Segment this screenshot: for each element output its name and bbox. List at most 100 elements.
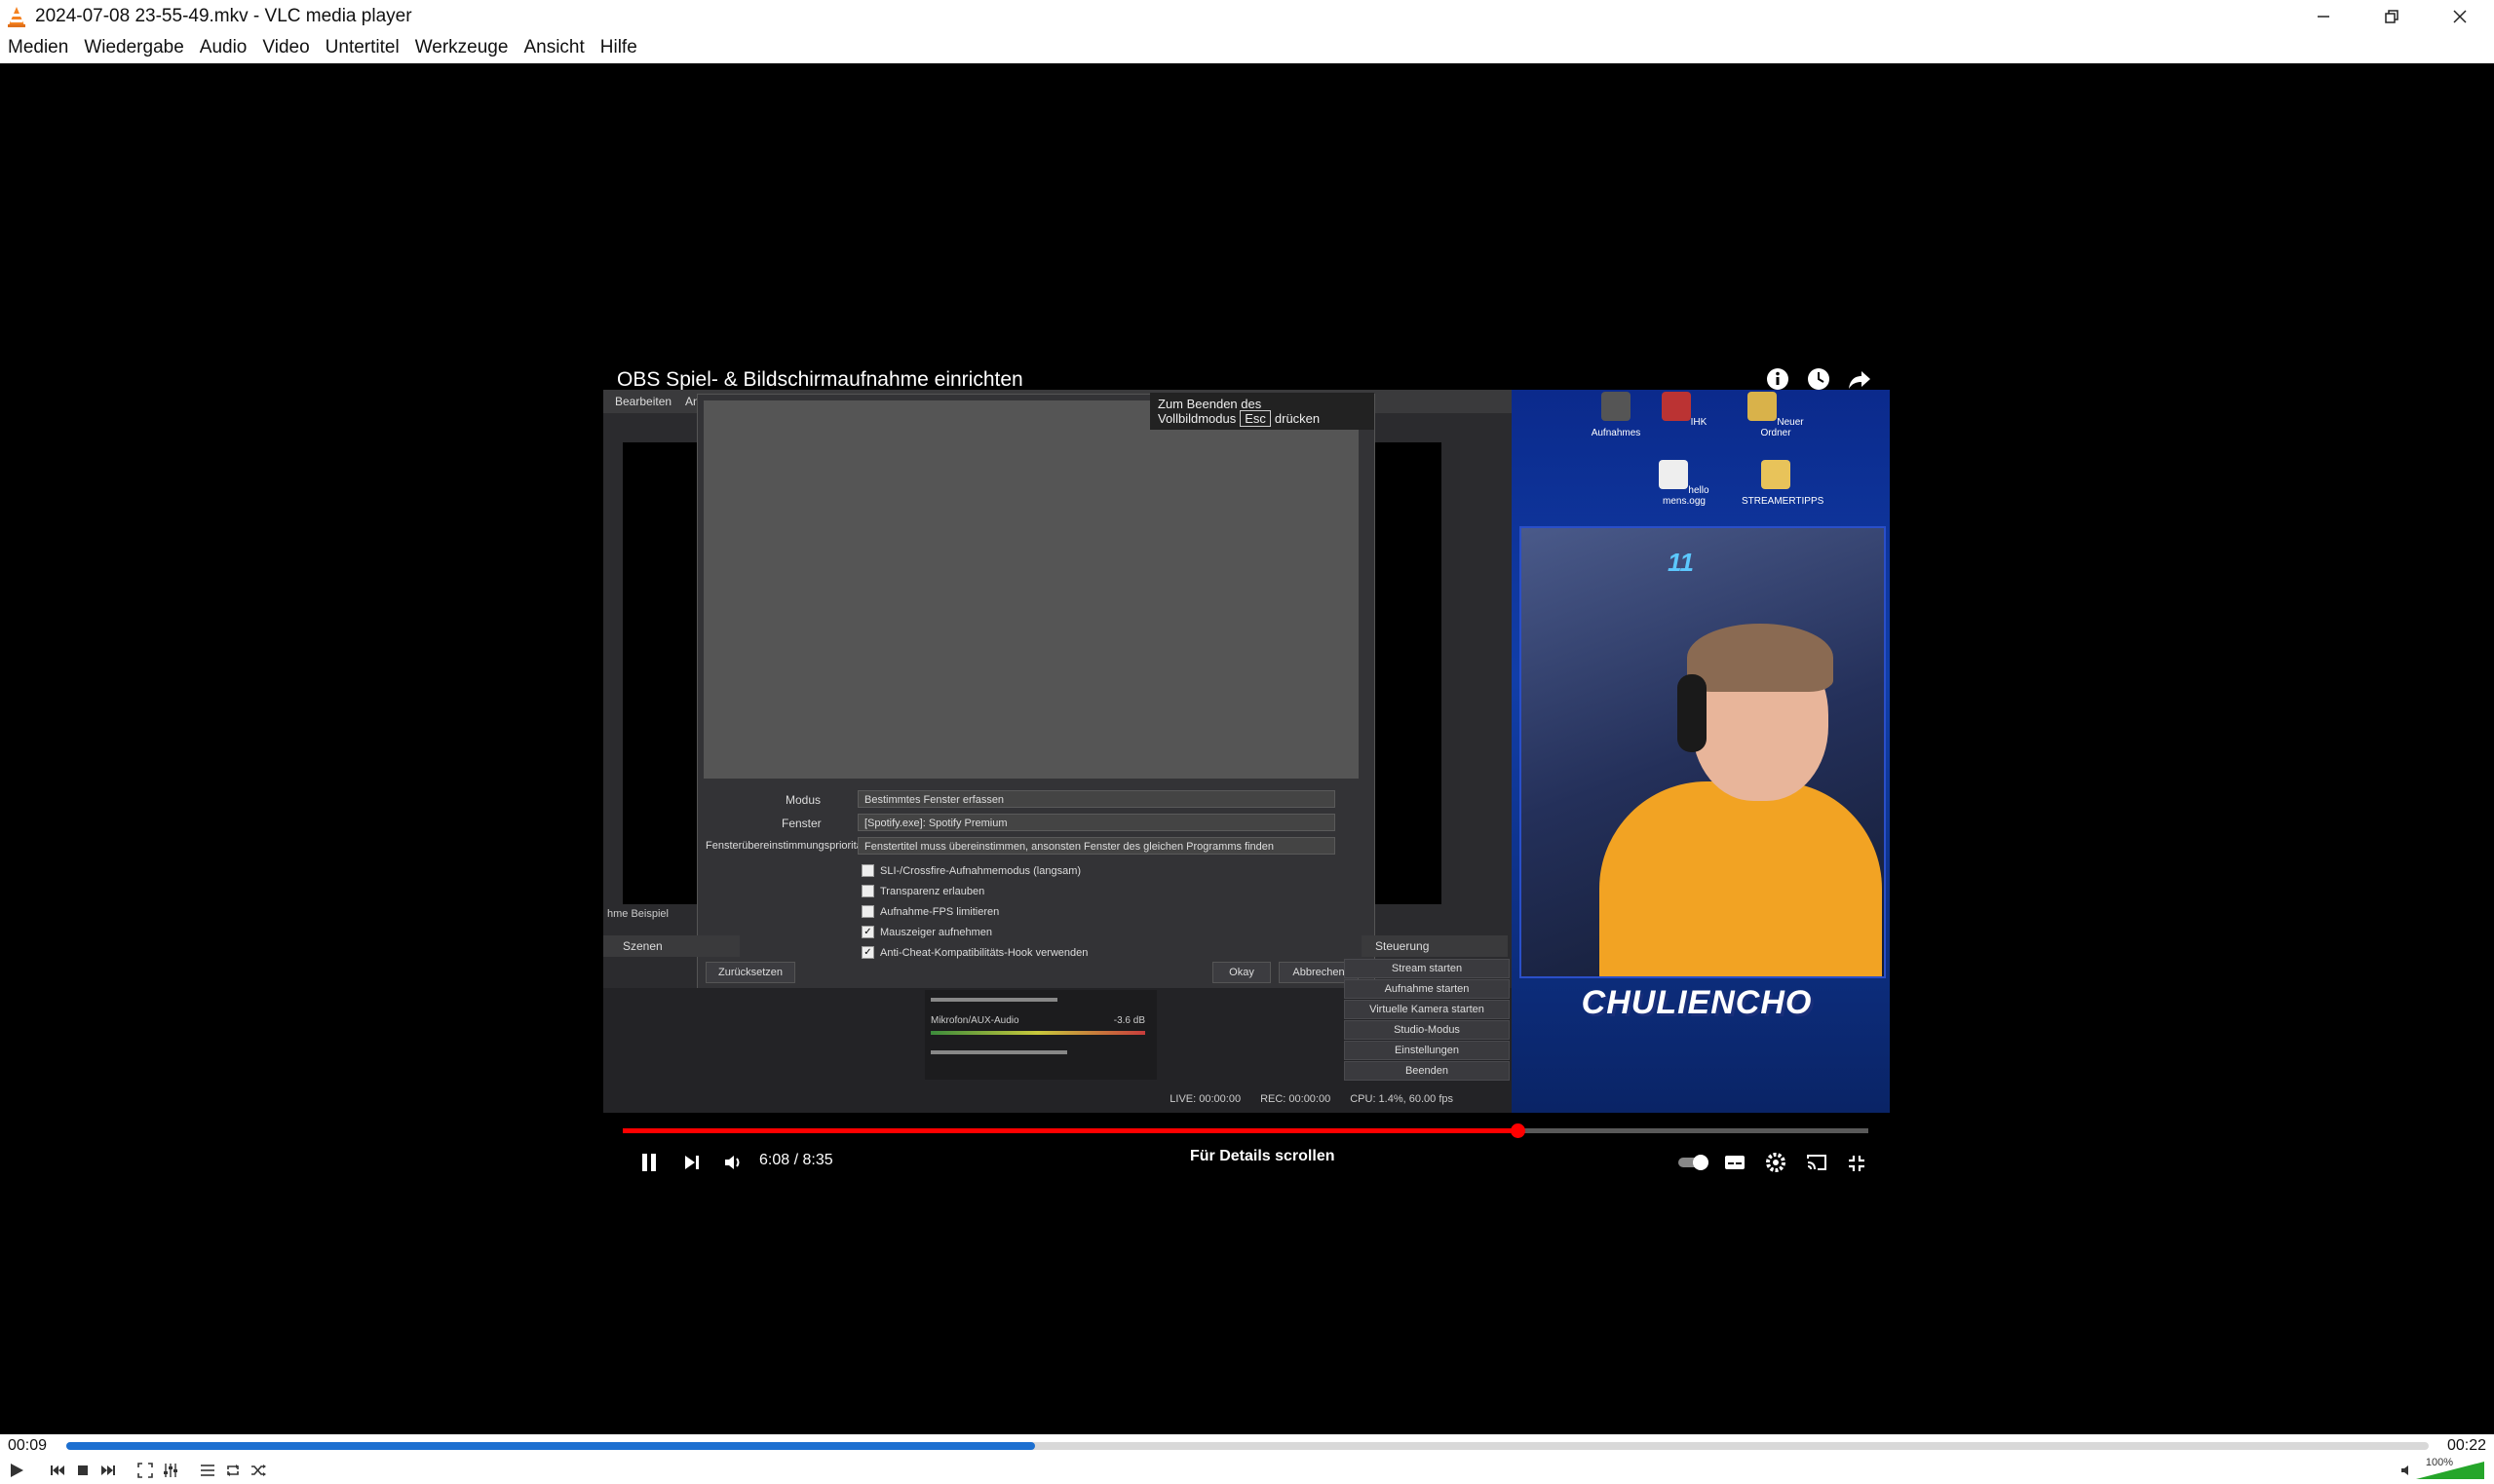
checkbox-label: Mauszeiger aufnehmen bbox=[880, 926, 992, 938]
checkbox-sli: SLI-/Crossfire-Aufnahmemodus (langsam) bbox=[862, 864, 1081, 877]
obs-record-button: Aufnahme starten bbox=[1344, 979, 1510, 999]
playlist-button[interactable] bbox=[197, 1460, 218, 1481]
status-cpu: CPU: 1.4%, 60.00 fps bbox=[1350, 1093, 1453, 1105]
mixer-db: -3.6 dB bbox=[1113, 1015, 1145, 1026]
yt-progress-bar bbox=[623, 1123, 1868, 1138]
volume-fill bbox=[2416, 1462, 2484, 1479]
play-button[interactable] bbox=[6, 1460, 27, 1481]
webcam-number: 11 bbox=[1668, 548, 1694, 577]
field-value: [Spotify.exe]: Spotify Premium bbox=[858, 814, 1335, 831]
yt-controls: 6:08 / 8:35 Für Details scrollen bbox=[603, 1142, 1890, 1181]
checkbox-label: Aufnahme-FPS limitieren bbox=[880, 905, 1000, 918]
close-button[interactable] bbox=[2426, 0, 2494, 32]
status-live: LIVE: 00:00:00 bbox=[1170, 1093, 1242, 1105]
close-icon bbox=[2453, 9, 2467, 23]
status-rec: REC: 00:00:00 bbox=[1260, 1093, 1331, 1105]
title-bar: 2024-07-08 23-55-49.mkv - VLC media play… bbox=[0, 0, 2494, 32]
ok-button: Okay bbox=[1212, 962, 1271, 983]
restore-button[interactable] bbox=[2358, 0, 2426, 32]
previous-button[interactable] bbox=[47, 1460, 68, 1481]
field-value: Fenstertitel muss übereinstimmen, ansons… bbox=[858, 837, 1335, 855]
menu-medien[interactable]: Medien bbox=[0, 37, 76, 58]
menu-audio[interactable]: Audio bbox=[192, 37, 255, 58]
stop-icon bbox=[78, 1465, 88, 1475]
esc-key: Esc bbox=[1240, 410, 1271, 427]
obs-exit-button: Beenden bbox=[1344, 1061, 1510, 1081]
menu-hilfe[interactable]: Hilfe bbox=[593, 37, 645, 58]
window-title: 2024-07-08 23-55-49.mkv - VLC media play… bbox=[35, 5, 412, 26]
clock-icon bbox=[1808, 368, 1829, 390]
fullscreen-hint-after: drücken bbox=[1274, 411, 1321, 426]
webcam-frame: 11 bbox=[1519, 526, 1886, 978]
field-value: Bestimmtes Fenster erfassen bbox=[858, 790, 1335, 808]
shuffle-icon bbox=[251, 1465, 266, 1476]
exit-fullscreen-icon bbox=[1849, 1156, 1864, 1171]
mute-speaker-icon[interactable] bbox=[2400, 1464, 2414, 1477]
checkbox-transparency: Transparenz erlauben bbox=[862, 885, 984, 897]
fullscreen-hint: Zum Beenden des Vollbildmodus Esc drücken bbox=[1150, 393, 1374, 430]
shuffle-button[interactable] bbox=[248, 1460, 269, 1481]
headset bbox=[1677, 674, 1707, 752]
yt-time: 6:08 / 8:35 bbox=[759, 1152, 833, 1168]
obs-status-bar: LIVE: 00:00:00 REC: 00:00:00 CPU: 1.4%, … bbox=[1170, 1093, 1453, 1105]
next-button[interactable] bbox=[97, 1460, 119, 1481]
minimize-button[interactable] bbox=[2289, 0, 2358, 32]
extended-settings-button[interactable] bbox=[160, 1460, 181, 1481]
menu-werkzeuge[interactable]: Werkzeuge bbox=[407, 37, 517, 58]
fullscreen-button[interactable] bbox=[134, 1460, 156, 1481]
checkbox-box-checked: ✓ bbox=[862, 946, 874, 959]
webcam-overlay: Aufnahmes IHK Neuer Ordner hello mens.og… bbox=[1512, 390, 1890, 1113]
checkbox-box bbox=[862, 864, 874, 877]
play-icon bbox=[11, 1464, 23, 1477]
controls-header: Steuerung bbox=[1362, 935, 1508, 957]
autoplay-toggle-icon bbox=[1678, 1155, 1708, 1170]
loop-icon bbox=[227, 1465, 239, 1476]
obs-properties-dialog: Zum Beenden des Vollbildmodus Esc drücken … bbox=[697, 393, 1375, 998]
video-area[interactable]: OBS Spiel- & Bildschirmaufnahme einricht… bbox=[0, 63, 2494, 1434]
audio-mixer: Mikrofon/AUX-Audio -3.6 dB bbox=[925, 990, 1157, 1080]
obs-settings-button: Einstellungen bbox=[1344, 1041, 1510, 1060]
desktop-icon: Neuer Ordner bbox=[1742, 392, 1810, 438]
menu-ansicht[interactable]: Ansicht bbox=[516, 37, 592, 58]
seek-fill bbox=[66, 1442, 1035, 1450]
desktop-icon: STREAMERTIPPS bbox=[1742, 460, 1823, 507]
webcam-name: CHULIENCHO bbox=[1581, 984, 1813, 1021]
obs-stream-button: Stream starten bbox=[1344, 959, 1510, 978]
pause-icon bbox=[642, 1154, 656, 1171]
field-priority: Fensterübereinstimmungspriorität Fenster… bbox=[698, 837, 1353, 856]
stop-button[interactable] bbox=[72, 1460, 94, 1481]
settings-gear-icon bbox=[1766, 1153, 1785, 1172]
audio-file-icon bbox=[1659, 460, 1689, 489]
seek-bar[interactable] bbox=[66, 1442, 2429, 1450]
loop-button[interactable] bbox=[222, 1460, 244, 1481]
obs-studio-button: Studio-Modus bbox=[1344, 1020, 1510, 1040]
menu-wiedergabe[interactable]: Wiedergabe bbox=[76, 37, 191, 58]
checkbox-box bbox=[862, 905, 874, 918]
mixer-meter bbox=[931, 1031, 1145, 1035]
reset-button: Zurücksetzen bbox=[706, 962, 795, 983]
volume-slider[interactable] bbox=[2416, 1460, 2484, 1481]
yt-progress-fill bbox=[623, 1128, 1517, 1133]
field-label: Fenster bbox=[782, 817, 822, 830]
vlc-cone-icon bbox=[8, 6, 25, 27]
yt-details: Für Details scrollen bbox=[1190, 1148, 1335, 1164]
folder-icon bbox=[1661, 392, 1691, 421]
menu-untertitel[interactable]: Untertitel bbox=[318, 37, 407, 58]
checkbox-label: Transparenz erlauben bbox=[880, 885, 985, 897]
elapsed-time: 00:09 bbox=[8, 1437, 48, 1454]
volume-icon bbox=[725, 1156, 740, 1169]
obs-window: Bearbeiten An Zum Beenden des Vollbildmo… bbox=[603, 390, 1512, 1113]
scene-item: hme Beispiel bbox=[607, 908, 669, 920]
menu-bar: Medien Wiedergabe Audio Video Untertitel… bbox=[0, 32, 2494, 63]
obs-menu-bearbeiten: Bearbeiten bbox=[615, 395, 672, 408]
next-icon bbox=[685, 1156, 699, 1169]
person-body bbox=[1599, 781, 1882, 976]
seek-row: 00:09 00:22 bbox=[0, 1434, 2494, 1458]
checkbox-anticheat: ✓ Anti-Cheat-Kompatibilitäts-Hook verwend… bbox=[862, 946, 1088, 959]
checkbox-label: SLI-/Crossfire-Aufnahmemodus (langsam) bbox=[880, 864, 1082, 877]
menu-video[interactable]: Video bbox=[254, 37, 317, 58]
minimize-icon bbox=[2318, 15, 2329, 18]
folder-icon bbox=[1747, 392, 1778, 421]
checkbox-label: Anti-Cheat-Kompatibilitäts-Hook verwende… bbox=[880, 946, 1089, 959]
mixer-slider-2 bbox=[931, 1050, 1067, 1054]
